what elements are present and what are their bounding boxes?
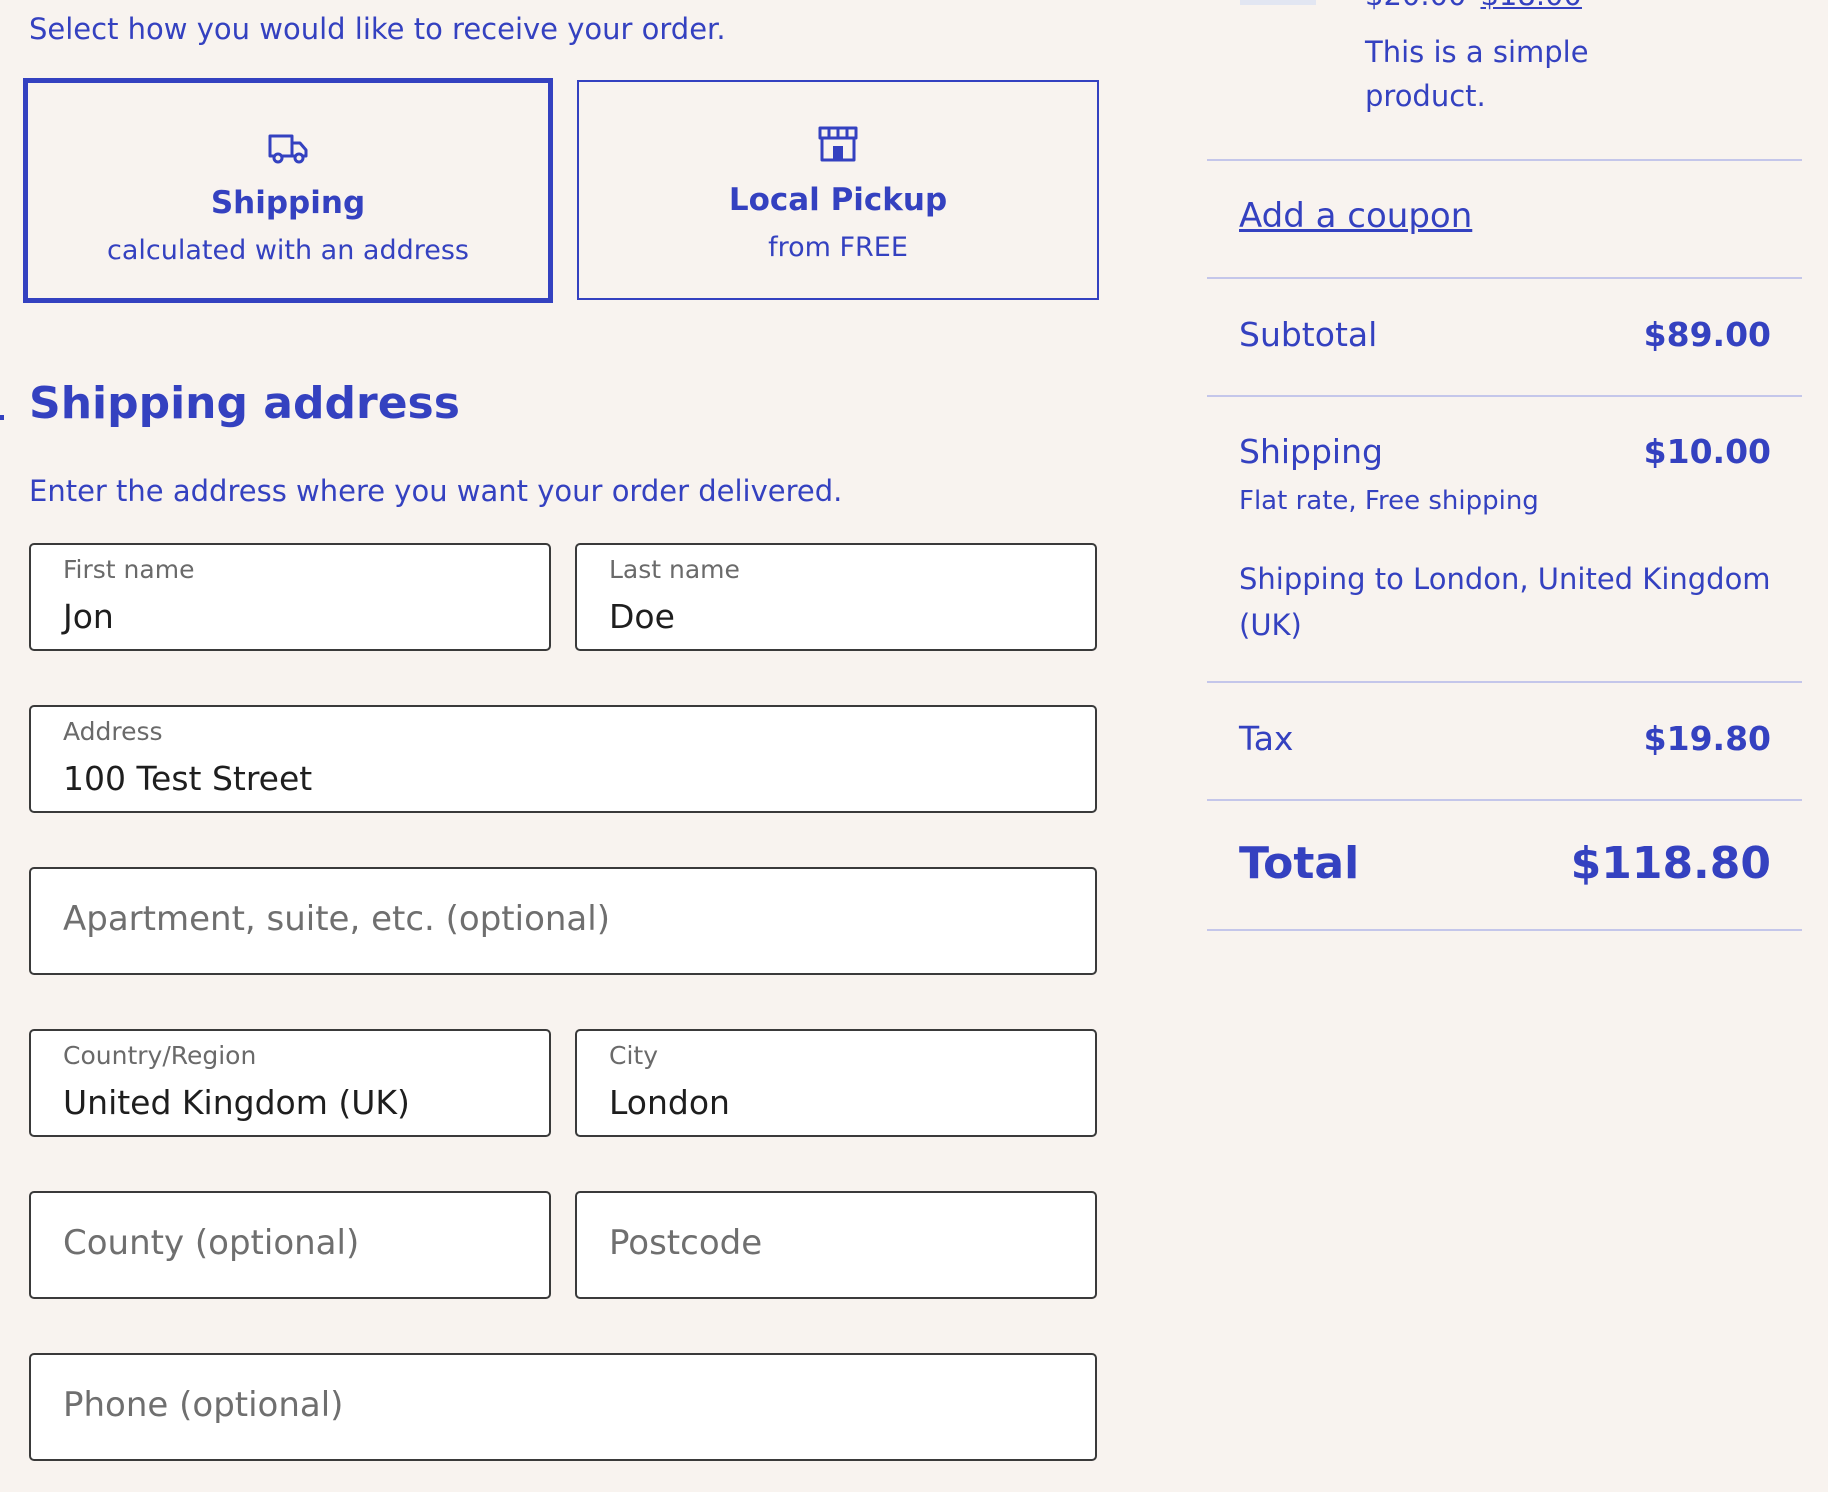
tax-value: $19.80 <box>1643 719 1771 758</box>
county-placeholder: County (optional) <box>63 1223 360 1263</box>
shipping-option-subtitle: calculated with an address <box>107 235 469 266</box>
shipping-destination: Shipping to London, United Kingdom (UK) <box>1239 556 1771 648</box>
local-pickup-option-subtitle: from FREE <box>768 232 908 263</box>
shipping-value: $10.00 <box>1643 432 1771 471</box>
product-thumbnail <box>1240 0 1316 5</box>
subtotal-value: $89.00 <box>1643 315 1771 354</box>
product-description-line: This is a simple <box>1365 35 1589 69</box>
store-icon <box>818 126 858 162</box>
local-pickup-option-button[interactable]: Local Pickup from FREE <box>577 80 1099 300</box>
phone-field[interactable]: Phone (optional) <box>29 1353 1097 1461</box>
delivery-intro-text: Select how you would like to receive you… <box>29 12 726 46</box>
shipping-address-description: Enter the address where you want your or… <box>29 474 843 508</box>
shipping-method: Flat rate, Free shipping <box>1239 486 1539 516</box>
product-regular-price: $20.00 <box>1365 0 1466 12</box>
total-value: $118.80 <box>1570 838 1771 889</box>
apartment-field[interactable]: Apartment, suite, etc. (optional) <box>29 867 1097 975</box>
address-value: 100 Test Street <box>63 759 313 798</box>
divider <box>1207 929 1802 931</box>
local-pickup-option-title: Local Pickup <box>728 182 948 218</box>
last-name-value: Doe <box>609 597 675 636</box>
county-field[interactable]: County (optional) <box>29 1191 551 1299</box>
add-coupon-link[interactable]: Add a coupon <box>1239 196 1472 236</box>
address-label: Address <box>63 717 163 746</box>
country-region-label: Country/Region <box>63 1041 257 1070</box>
last-name-field[interactable]: Last name Doe <box>575 543 1097 651</box>
shipping-label: Shipping <box>1239 432 1383 471</box>
shipping-address-heading: Shipping address <box>29 378 460 429</box>
total-label: Total <box>1239 838 1360 889</box>
divider <box>1207 799 1802 801</box>
product-price: $20.00 $18.00 <box>1365 0 1582 12</box>
shipping-option-button[interactable]: Shipping calculated with an address <box>23 78 553 303</box>
product-description-line: product. <box>1365 79 1486 113</box>
city-value: London <box>609 1083 730 1122</box>
divider <box>1207 159 1802 161</box>
divider <box>1207 277 1802 279</box>
first-name-label: First name <box>63 555 195 584</box>
phone-placeholder: Phone (optional) <box>63 1385 344 1425</box>
divider <box>1207 395 1802 397</box>
first-name-value: Jon <box>63 597 114 636</box>
country-region-select[interactable]: Country/Region United Kingdom (UK) <box>29 1029 551 1137</box>
city-label: City <box>609 1041 658 1070</box>
tax-label: Tax <box>1239 719 1294 758</box>
address-field[interactable]: Address 100 Test Street <box>29 705 1097 813</box>
postcode-field[interactable]: Postcode <box>575 1191 1097 1299</box>
country-region-value: United Kingdom (UK) <box>63 1083 410 1122</box>
postcode-placeholder: Postcode <box>609 1223 763 1263</box>
product-description: This is a simple product. <box>1365 30 1589 118</box>
city-field[interactable]: City London <box>575 1029 1097 1137</box>
divider <box>1207 681 1802 683</box>
shipping-option-title: Shipping <box>210 185 366 221</box>
shipping-destination-line: Shipping to London, United Kingdom <box>1239 562 1771 596</box>
shipping-destination-line: (UK) <box>1239 608 1302 642</box>
product-sale-price: $18.00 <box>1480 0 1581 12</box>
apartment-placeholder: Apartment, suite, etc. (optional) <box>63 899 610 939</box>
truck-icon <box>268 134 308 164</box>
last-name-label: Last name <box>609 555 740 584</box>
step-marker <box>0 415 4 420</box>
first-name-field[interactable]: First name Jon <box>29 543 551 651</box>
subtotal-label: Subtotal <box>1239 315 1378 354</box>
